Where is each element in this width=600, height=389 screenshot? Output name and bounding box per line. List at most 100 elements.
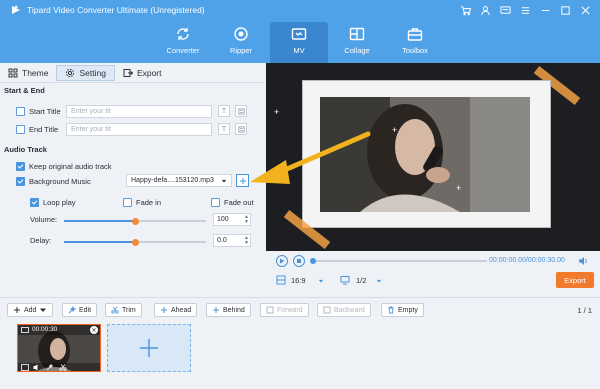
backward-label: Backward	[334, 306, 365, 314]
volume-icon[interactable]	[578, 256, 588, 266]
tab-mv-label: MV	[293, 46, 305, 55]
stop-button[interactable]	[293, 255, 305, 267]
volume-label: Volume:	[30, 215, 58, 224]
plus-icon	[14, 307, 20, 313]
delay-input[interactable]: 0.0 ▲ ▼	[213, 234, 251, 247]
monitor-icon	[340, 276, 350, 285]
volume-slider-knob[interactable]	[131, 217, 139, 225]
aspect-ratio-value[interactable]: 16:9	[291, 276, 306, 285]
theme-icon	[8, 68, 18, 77]
tab-converter[interactable]: Converter	[154, 22, 212, 63]
add-music-button[interactable]	[236, 174, 249, 187]
cart-icon[interactable]	[456, 3, 474, 17]
loop-play-checkbox[interactable]	[30, 198, 39, 207]
keep-original-label: Keep original audio track	[29, 162, 112, 171]
edit-button[interactable]: Edit	[62, 303, 98, 317]
end-title-font-button[interactable]: T	[218, 123, 230, 135]
tab-theme[interactable]: Theme	[0, 65, 56, 81]
keep-original-checkbox[interactable]	[16, 162, 25, 171]
volume-spinner[interactable]: ▲ ▼	[244, 215, 249, 225]
remove-clip-icon[interactable]: ✕	[90, 326, 98, 334]
export-button[interactable]: Export	[556, 272, 594, 288]
start-end-header: Start & End	[4, 86, 45, 95]
background-music-checkbox[interactable]	[16, 177, 25, 186]
text-settings-icon	[237, 107, 245, 115]
chevron-down-icon[interactable]	[318, 278, 324, 284]
add-button[interactable]: Add	[7, 303, 54, 317]
main-nav: Converter Ripper MV Collage Toolbox	[154, 22, 444, 63]
fade-in-row: Fade in	[123, 198, 161, 207]
chevron-down-icon[interactable]	[376, 278, 382, 284]
edit-clip-icon[interactable]	[21, 364, 29, 371]
delay-slider[interactable]	[64, 238, 206, 246]
tab-mv[interactable]: MV	[270, 22, 328, 63]
ahead-button[interactable]: Ahead	[154, 303, 198, 317]
start-title-settings-button[interactable]	[235, 105, 247, 117]
start-end-title: Start & End	[4, 86, 45, 95]
toolbox-icon	[407, 28, 423, 41]
menu-icon[interactable]	[516, 3, 534, 17]
user-icon[interactable]	[476, 3, 494, 17]
progress-bar[interactable]	[310, 258, 487, 264]
play-icon	[280, 258, 285, 264]
effect-clip-icon[interactable]	[46, 364, 54, 371]
end-title-checkbox[interactable]	[16, 125, 25, 134]
tab-ripper[interactable]: Ripper	[212, 22, 270, 63]
tab-collage[interactable]: Collage	[328, 22, 386, 63]
maximize-icon[interactable]	[556, 3, 574, 17]
play-button[interactable]	[276, 255, 288, 267]
clip-toolbar: Add Edit Trim Ahead Behind Forward Backw…	[0, 297, 600, 321]
text-settings-icon	[237, 125, 245, 133]
chat-icon[interactable]	[496, 3, 514, 17]
crosshair-icon: +	[392, 125, 398, 135]
preview-scene-icon	[320, 97, 530, 212]
forward-button[interactable]: Forward	[260, 303, 309, 317]
export-icon	[123, 68, 133, 77]
delay-slider-fill	[64, 241, 135, 243]
backward-button[interactable]: Backward	[317, 303, 371, 317]
trim-button[interactable]: Trim	[105, 303, 142, 317]
app-logo-icon	[12, 5, 20, 14]
delay-slider-knob[interactable]	[131, 238, 139, 246]
behind-button[interactable]: Behind	[206, 303, 251, 317]
time-display: 00:00:00.00/00:00:30.00	[489, 257, 565, 264]
music-file-select[interactable]: Happy-defa....153120.mp3	[126, 174, 232, 187]
clip-thumbnail[interactable]: 00:00:30 ✕	[17, 324, 101, 372]
empty-button[interactable]: Empty	[381, 303, 424, 317]
delay-label: Delay:	[30, 236, 52, 245]
clip-duration: 00:00:30	[32, 326, 58, 333]
start-title-font-button[interactable]: T	[218, 105, 230, 117]
progress-knob[interactable]	[310, 258, 316, 264]
audio-clip-icon[interactable]	[33, 364, 41, 371]
delay-spinner[interactable]: ▲ ▼	[244, 236, 249, 246]
loop-play-label: Loop play	[43, 198, 76, 207]
tab-setting[interactable]: Setting	[56, 64, 115, 81]
fade-in-checkbox[interactable]	[123, 198, 132, 207]
add-clip-placeholder[interactable]	[107, 324, 191, 372]
backward-icon	[323, 306, 331, 314]
end-title-row: End Title	[16, 125, 58, 134]
end-title-settings-button[interactable]	[235, 123, 247, 135]
ahead-label: Ahead	[171, 306, 192, 314]
stop-icon	[297, 259, 301, 263]
gear-icon	[66, 68, 75, 77]
tab-export[interactable]: Export	[115, 65, 170, 81]
mv-theme-frame	[303, 81, 550, 227]
tab-toolbox[interactable]: Toolbox	[386, 22, 444, 63]
plus-box-icon	[213, 307, 219, 313]
start-title-input[interactable]: Enter your tit	[66, 105, 212, 118]
delay-label-row: Delay:	[30, 236, 51, 245]
cut-clip-icon[interactable]	[59, 364, 67, 371]
music-file-value: Happy-defa....153120.mp3	[131, 177, 214, 184]
volume-slider[interactable]	[64, 217, 206, 225]
fade-out-checkbox[interactable]	[211, 198, 220, 207]
forward-label: Forward	[277, 306, 303, 314]
tab-export-label: Export	[136, 67, 162, 78]
close-icon[interactable]	[576, 3, 594, 17]
start-title-row: Start Title	[16, 107, 61, 116]
end-title-input[interactable]: Enter your tit	[66, 123, 212, 136]
volume-input[interactable]: 100 ▲ ▼	[213, 213, 251, 226]
plus-icon	[239, 177, 246, 184]
minimize-icon[interactable]	[536, 3, 554, 17]
start-title-checkbox[interactable]	[16, 107, 25, 116]
